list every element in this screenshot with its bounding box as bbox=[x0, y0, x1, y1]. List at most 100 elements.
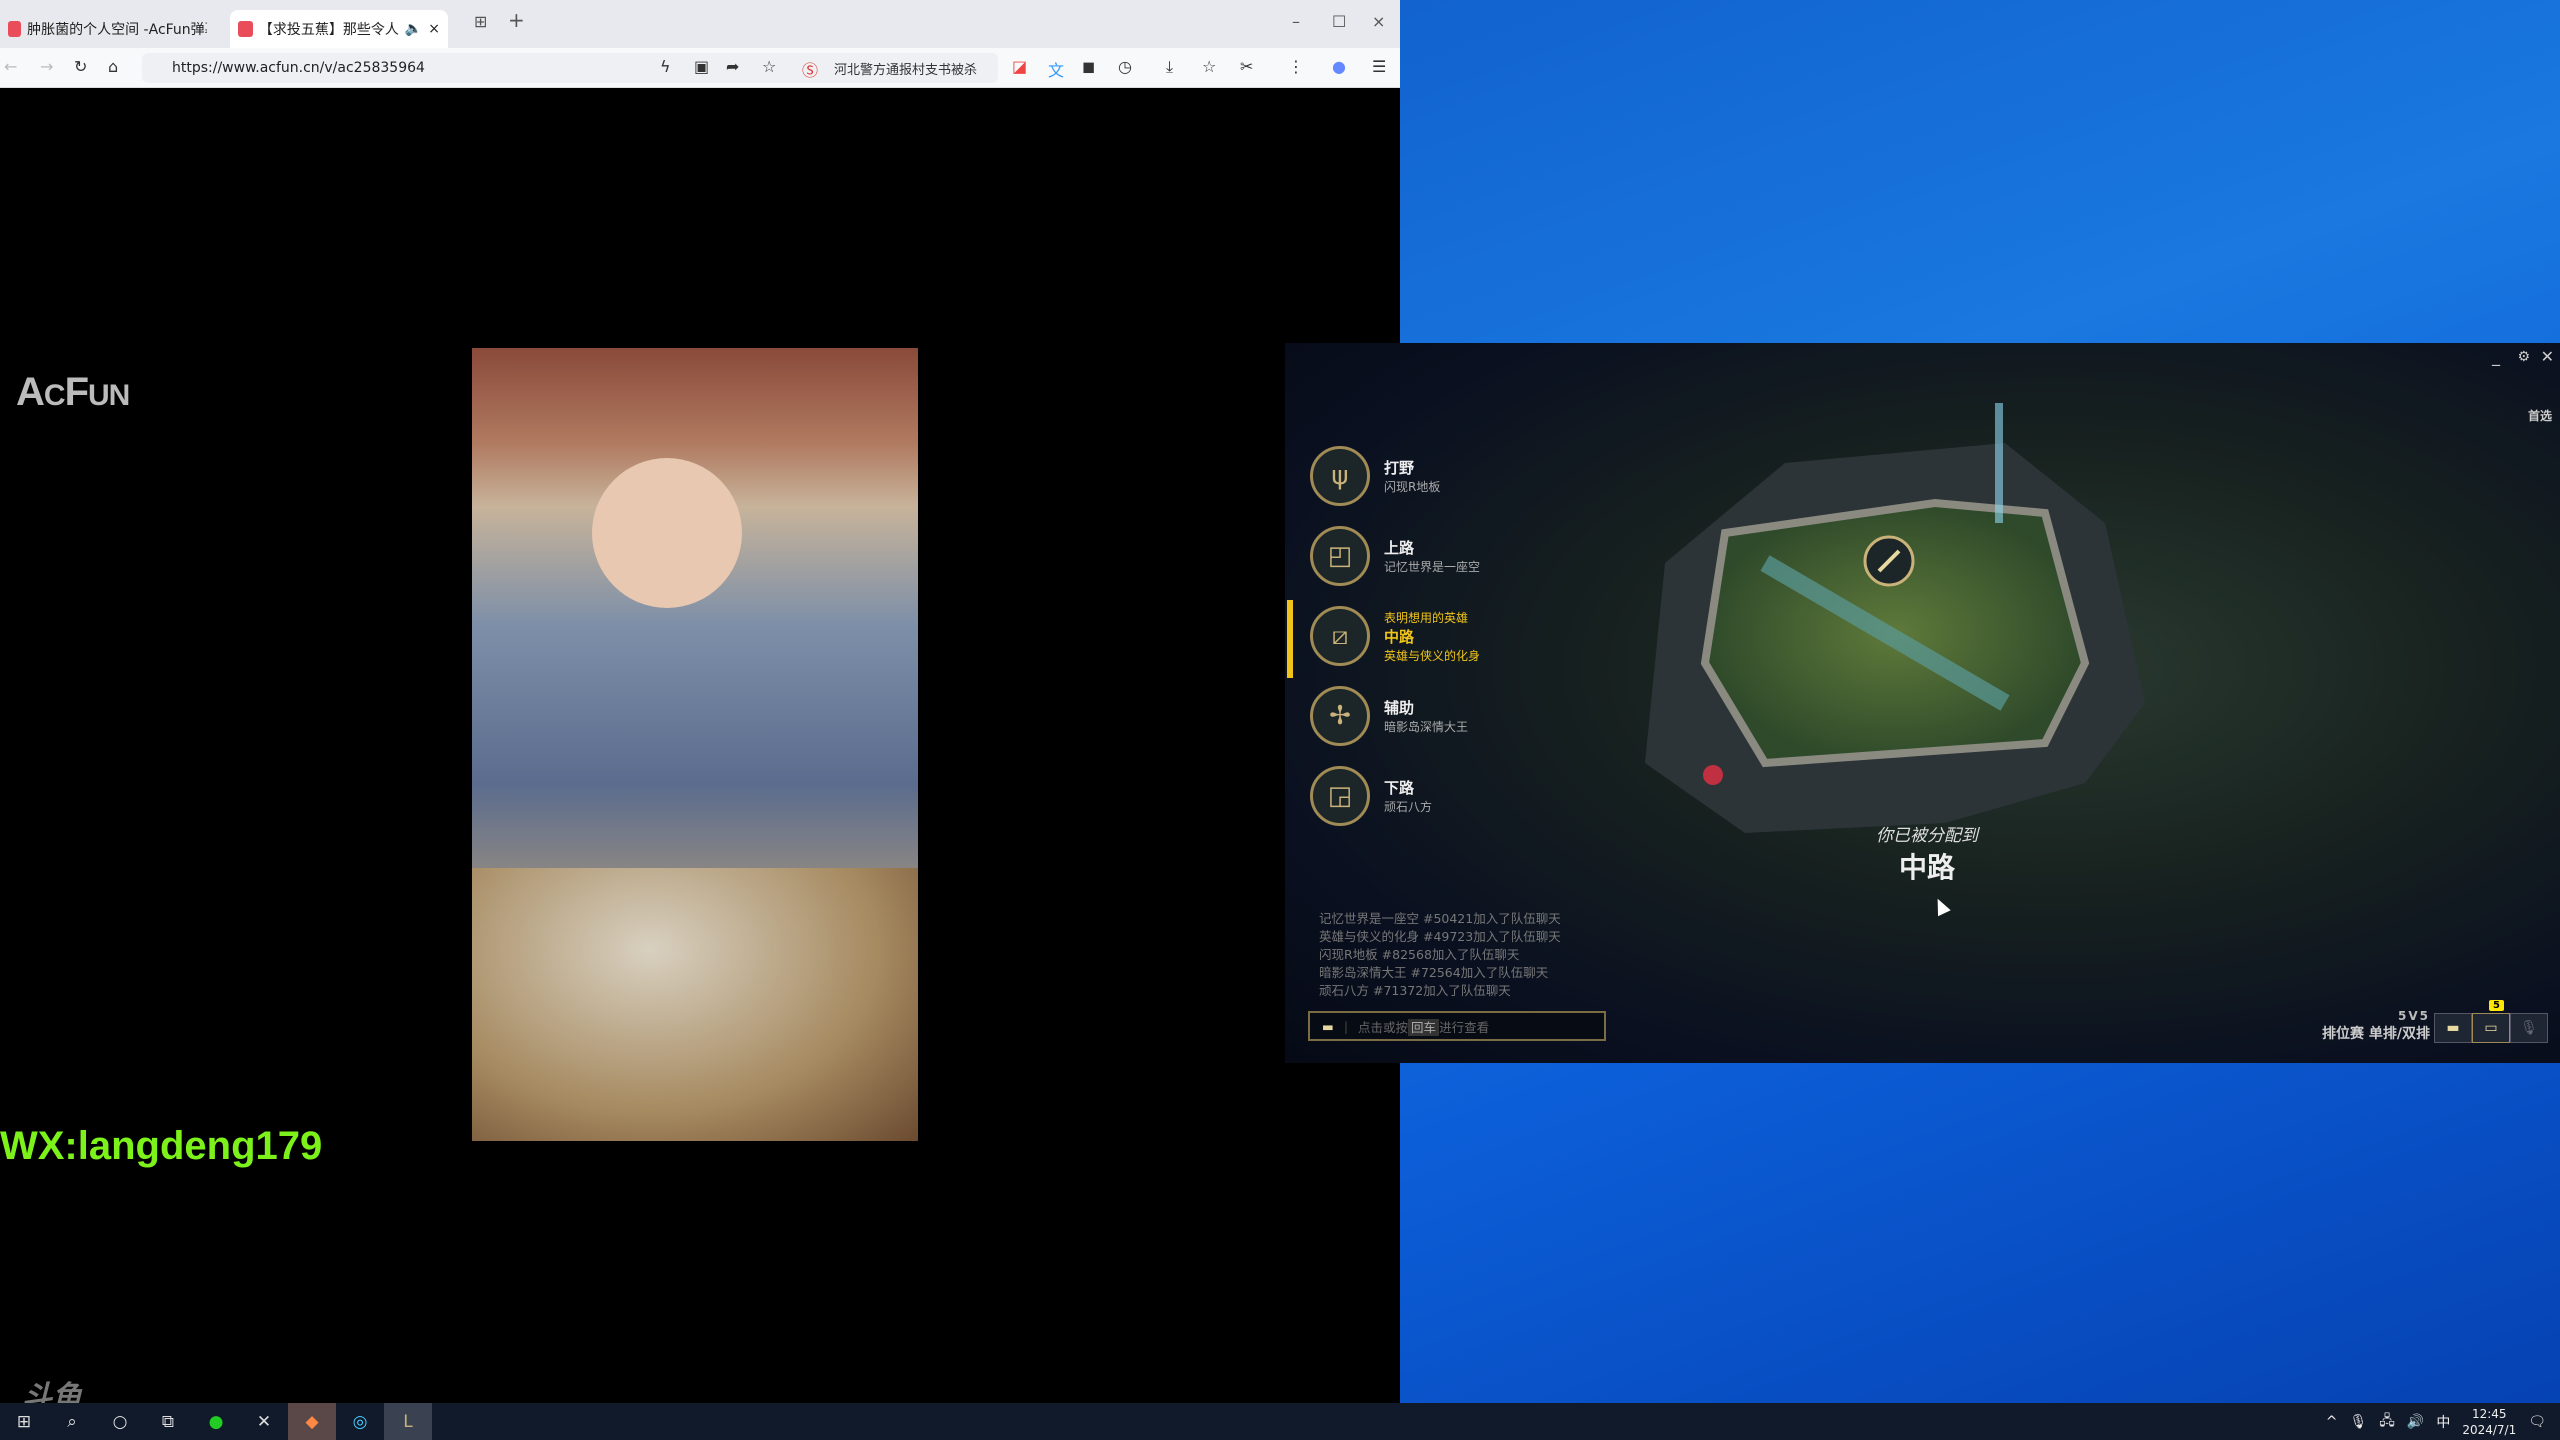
role-name: 下路 bbox=[1384, 779, 1415, 797]
role-jungle: ψ 打野闪现R地板 bbox=[1310, 446, 1440, 506]
minimize-button[interactable]: _ bbox=[2492, 347, 2500, 366]
bookmark-icon[interactable]: ☆ bbox=[762, 57, 776, 76]
task-view-icon[interactable]: ⧉ bbox=[144, 1403, 192, 1440]
chevron-up-icon[interactable]: ^ bbox=[2326, 1414, 2338, 1430]
role-mid[interactable]: ⧄ 表明想用的英雄 中路 英雄与侠义的化身 bbox=[1310, 606, 1480, 666]
bottom-buttons: ▬ ▭ 5 🎙 bbox=[2434, 1000, 2548, 1043]
bowls bbox=[472, 868, 918, 1141]
minimize-button[interactable]: – bbox=[1292, 12, 1300, 31]
system-tray: ^ 🎙 🖧 🔊 中 12:45 2024/7/1 🗨 bbox=[2326, 1403, 2560, 1440]
support-icon: ✢ bbox=[1310, 686, 1370, 746]
history-icon[interactable]: ◷ bbox=[1118, 57, 1132, 76]
video-frame[interactable] bbox=[472, 348, 918, 1141]
network-icon[interactable]: 🖧 bbox=[2379, 1410, 2395, 1434]
divider: | bbox=[1343, 1018, 1349, 1034]
acfun-favicon bbox=[8, 21, 22, 37]
summoners-rift-map bbox=[1645, 403, 2145, 833]
chat-log: 记忆世界是一座空 #50421加入了队伍聊天 英雄与侠义的化身 #49723加入… bbox=[1319, 910, 1561, 1000]
tab-video[interactable]: 【求投五蕉】那些令人心动 🔈 × bbox=[230, 10, 448, 48]
scissors-icon[interactable]: ✂ bbox=[1240, 57, 1253, 76]
tab-profile[interactable]: 肿胀菌的个人空间 -AcFun弹幕视频 bbox=[0, 10, 215, 48]
jungle-icon: ψ bbox=[1310, 446, 1370, 506]
share-icon[interactable]: ➦ bbox=[726, 57, 739, 76]
lol-icon[interactable]: L bbox=[384, 1403, 432, 1440]
speaker-icon[interactable]: 🔈 bbox=[405, 21, 422, 37]
translate-icon[interactable]: 文 bbox=[1048, 57, 1064, 81]
back-icon[interactable]: ← bbox=[4, 57, 17, 76]
role-bottom: ◲ 下路顽石八方 bbox=[1310, 766, 1432, 826]
notification-icon[interactable]: 🗨 bbox=[2528, 1414, 2546, 1430]
reader-icon[interactable]: ▣ bbox=[694, 57, 709, 76]
tab-label: 【求投五蕉】那些令人心动 bbox=[258, 22, 399, 38]
assignment-banner: 你已被分配到 中路 bbox=[1825, 821, 2029, 886]
microphone-icon[interactable]: 🎙 bbox=[2349, 1414, 2367, 1430]
news-ticker[interactable]: 河北警方通报村支书被杀 bbox=[834, 59, 984, 78]
favorites-icon[interactable]: ☆ bbox=[1202, 57, 1216, 76]
clock[interactable]: 12:45 2024/7/1 bbox=[2462, 1406, 2516, 1438]
acfun-favicon bbox=[238, 21, 253, 37]
party-chat-button[interactable]: ▭ 5 bbox=[2472, 1000, 2510, 1043]
avatar[interactable]: ● bbox=[1332, 57, 1346, 76]
player-name: 记忆世界是一座空 bbox=[1384, 560, 1481, 574]
lol-client-window: _ ⚙ ✕ 首选 ψ 打野 闪现R地板 ◰ 上路 记忆世界是一座空 ⧄ 表明想用的英雄 中路… bbox=[1285, 343, 2560, 1063]
chat-input[interactable]: ▬ | 点击或按 回车 进行查看 bbox=[1308, 1011, 1606, 1041]
reload-icon[interactable]: ↻ bbox=[74, 57, 87, 76]
role-name: 打野 bbox=[1384, 459, 1415, 477]
maximize-button[interactable]: ☐ bbox=[1332, 12, 1346, 31]
mid-icon: ⧄ bbox=[1310, 606, 1370, 666]
cortana-icon[interactable]: ○ bbox=[96, 1403, 144, 1440]
lightning-icon[interactable]: ϟ bbox=[660, 57, 671, 76]
champion-hint[interactable]: 表明想用的英雄 bbox=[1384, 609, 1480, 626]
enter-key-hint: 回车 bbox=[1408, 1018, 1440, 1036]
chat-message: 顽石八方 #71372加入了队伍聊天 bbox=[1319, 983, 1511, 998]
extension-icon[interactable]: ◼ bbox=[1082, 57, 1095, 76]
assigned-label: 你已被分配到 bbox=[1876, 826, 1978, 846]
acfun-logo: ACFUN bbox=[16, 370, 130, 414]
selected-role-indicator bbox=[1287, 600, 1293, 678]
settings-icon[interactable]: ⚙ bbox=[2517, 349, 2530, 365]
search-icon[interactable]: ⌕ bbox=[48, 1403, 96, 1440]
assigned-role: 中路 bbox=[1898, 851, 1955, 884]
address-bar: ← → ↻ ⌂ https://www.acfun.cn/v/ac2583596… bbox=[0, 48, 1400, 88]
browser-icon[interactable]: ◎ bbox=[336, 1403, 384, 1440]
chat-button[interactable]: ▬ bbox=[2434, 1013, 2472, 1043]
more-icon[interactable]: ⋮ bbox=[1288, 57, 1304, 76]
queue-type: 排位赛 单排/双排 bbox=[2322, 1026, 2430, 1042]
game-mode: 5V5 bbox=[2398, 1009, 2430, 1023]
close-button[interactable]: ✕ bbox=[2541, 347, 2554, 366]
menu-icon[interactable]: ☰ bbox=[1372, 57, 1386, 76]
player-name: 闪现R地板 bbox=[1384, 480, 1441, 494]
taskbar: ⊞ ⌕ ○ ⧉ ● ✕ ◆ ◎ L ^ 🎙 🖧 🔊 中 12:45 2024/7/… bbox=[0, 1403, 2560, 1440]
player-name: 暗影岛深情大王 bbox=[1384, 720, 1469, 734]
player-name: 顽石八方 bbox=[1384, 800, 1433, 814]
wechat-icon[interactable]: ● bbox=[192, 1403, 240, 1440]
forward-icon[interactable]: → bbox=[40, 57, 53, 76]
close-tab-icon[interactable]: × bbox=[428, 21, 440, 37]
role-name: 上路 bbox=[1384, 539, 1415, 557]
chat-message: 闪现R地板 #82568加入了队伍聊天 bbox=[1319, 947, 1520, 962]
voice-button[interactable]: 🎙 bbox=[2510, 1013, 2548, 1043]
browser-window: 肿胀菌的个人空间 -AcFun弹幕视频 【求投五蕉】那些令人心动 🔈 × ⊞ + –… bbox=[0, 0, 1400, 1415]
chat-bubble-icon: ▬ bbox=[1322, 1018, 1334, 1034]
home-icon[interactable]: ⌂ bbox=[108, 57, 118, 76]
ime-indicator[interactable]: 中 bbox=[2436, 1412, 2450, 1432]
player-name: 英雄与侠义的化身 bbox=[1384, 648, 1481, 663]
new-tab-button[interactable]: + bbox=[508, 8, 525, 32]
pdf-icon[interactable]: ◪ bbox=[1012, 57, 1027, 76]
tab-list-icon[interactable]: ⊞ bbox=[474, 12, 487, 31]
time: 12:45 bbox=[2471, 1406, 2507, 1421]
bottom-icon: ◲ bbox=[1310, 766, 1370, 826]
volume-icon[interactable]: 🔊 bbox=[2407, 1414, 2424, 1430]
person-face bbox=[592, 458, 742, 608]
capcut-icon[interactable]: ✕ bbox=[240, 1403, 288, 1440]
role-name: 辅助 bbox=[1384, 699, 1415, 717]
tab-bar: 肿胀菌的个人空间 -AcFun弹幕视频 【求投五蕉】那些令人心动 🔈 × ⊞ + –… bbox=[0, 0, 1400, 48]
close-button[interactable]: × bbox=[1372, 12, 1385, 31]
chat-message: 暗影岛深情大王 #72564加入了队伍聊天 bbox=[1319, 965, 1549, 980]
tab-label: 肿胀菌的个人空间 -AcFun弹幕视频 bbox=[27, 22, 207, 38]
app-icon[interactable]: ◆ bbox=[288, 1403, 336, 1440]
date: 2024/7/1 bbox=[2462, 1422, 2517, 1437]
role-top: ◰ 上路 记忆世界是一座空 bbox=[1310, 526, 1480, 586]
start-icon[interactable]: ⊞ bbox=[0, 1403, 48, 1440]
download-icon[interactable]: ⤓ bbox=[1166, 57, 1173, 77]
